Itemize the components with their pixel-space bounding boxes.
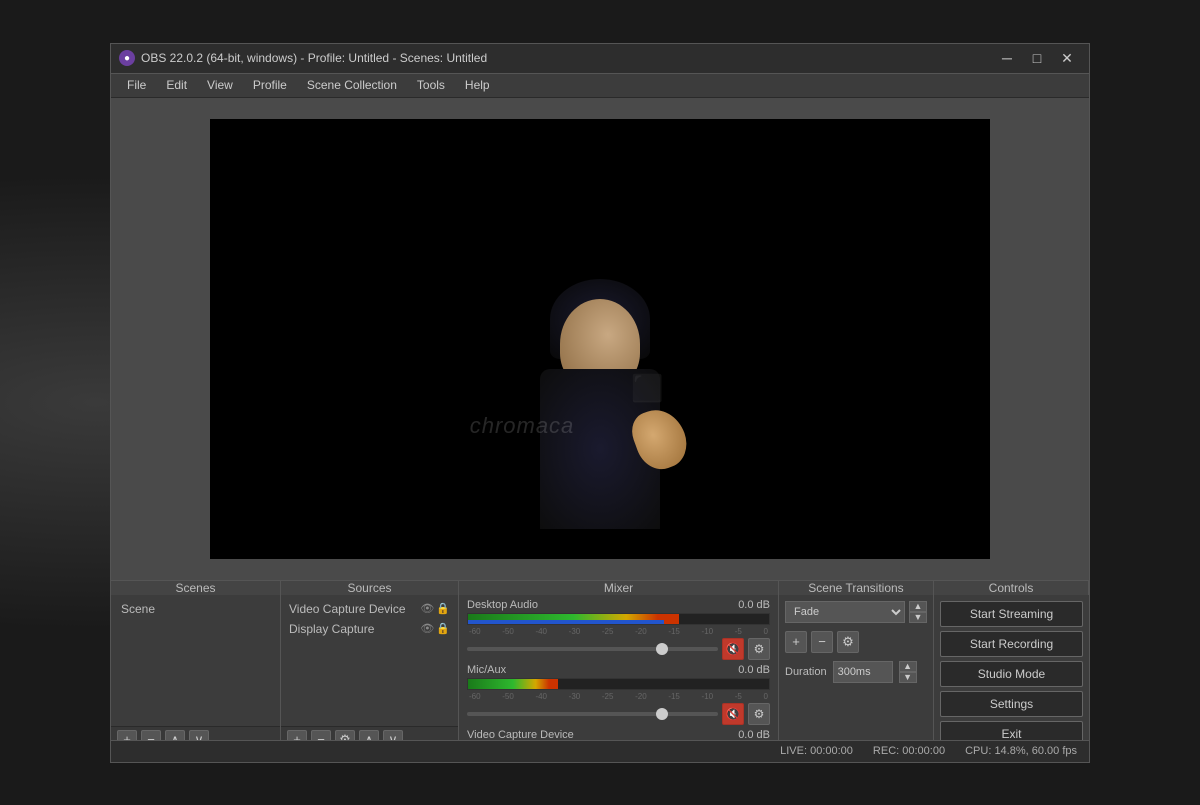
menu-view[interactable]: View: [199, 76, 241, 94]
list-item[interactable]: Video Capture Device 👁 🔒: [285, 599, 454, 619]
transition-select-row: Fade Cut Swipe ▲ ▼: [785, 601, 927, 623]
mixer-channel-mic: Mic/Aux 0.0 dB -60-50 -40-30 -25-20 -15-…: [467, 664, 770, 725]
bottom-panel: Scenes Sources Mixer Scene Transitions C…: [111, 580, 1089, 740]
mixer-panel: Desktop Audio 0.0 dB -60-50 -40-30 -25-2…: [459, 595, 779, 753]
mixer-controls: 🔇 ⚙: [467, 703, 770, 725]
transition-type-select[interactable]: Fade Cut Swipe: [785, 601, 905, 623]
mixer-channel-db: 0.0 dB: [738, 599, 770, 611]
mixer-channel-desktop: Desktop Audio 0.0 dB -60-50 -40-30 -25-2…: [467, 599, 770, 660]
source-icons: 👁 🔒: [420, 622, 450, 635]
settings-button[interactable]: Settings: [940, 691, 1083, 717]
mixer-db-scale: -60-50 -40-30 -25-20 -15-10 -50: [467, 627, 770, 636]
mixer-channel-header: Mic/Aux 0.0 dB: [467, 664, 770, 676]
volume-thumb: [656, 708, 668, 720]
transitions-panel: Fade Cut Swipe ▲ ▼ + − ⚙ Duration: [779, 595, 934, 753]
source-name: Display Capture: [289, 622, 374, 636]
live-label: LIVE:: [780, 745, 807, 757]
transition-manage-row: + − ⚙: [785, 631, 927, 653]
mixer-controls: 🔇 ⚙: [467, 638, 770, 660]
duration-spin-up[interactable]: ▲: [899, 661, 917, 672]
channel-settings-button[interactable]: ⚙: [748, 703, 770, 725]
volume-slider[interactable]: [467, 647, 718, 651]
mixer-header: Mixer: [459, 581, 779, 595]
close-button[interactable]: ✕: [1053, 48, 1081, 68]
spin-up-button[interactable]: ▲: [909, 601, 927, 612]
mixer-volume-bar: [468, 620, 664, 624]
app-icon: ●: [119, 50, 135, 66]
mixer-channel-db: 0.0 dB: [738, 664, 770, 676]
preview-canvas: ⬛ chromaca: [210, 119, 990, 559]
menu-scene-collection[interactable]: Scene Collection: [299, 76, 405, 94]
cpu-value: 14.8%, 60.00 fps: [994, 745, 1077, 757]
transition-add-button[interactable]: +: [785, 631, 807, 653]
eye-icon[interactable]: 👁: [420, 622, 434, 635]
twitch-icon: ⬛: [631, 373, 663, 404]
mixer-level-bar: [468, 679, 558, 689]
source-name: Video Capture Device: [289, 602, 406, 616]
lock-icon[interactable]: 🔒: [436, 602, 450, 615]
menu-tools[interactable]: Tools: [409, 76, 453, 94]
volume-slider[interactable]: [467, 712, 718, 716]
duration-label: Duration: [785, 666, 827, 678]
transitions-header: Scene Transitions: [779, 581, 934, 595]
start-streaming-button[interactable]: Start Streaming: [940, 601, 1083, 627]
transition-spin: ▲ ▼: [909, 601, 927, 623]
mixer-bar: [467, 678, 770, 690]
duration-spin: ▲ ▼: [899, 661, 917, 683]
duration-spin-down[interactable]: ▼: [899, 672, 917, 683]
studio-mode-button[interactable]: Studio Mode: [940, 661, 1083, 687]
volume-thumb: [656, 643, 668, 655]
preview-watermark: chromaca: [470, 413, 575, 439]
rec-time: 00:00:00: [902, 745, 945, 757]
eye-icon[interactable]: 👁: [420, 602, 434, 615]
controls-panel: Start Streaming Start Recording Studio M…: [934, 595, 1089, 753]
scenes-list: Scene: [111, 595, 280, 726]
scenes-header: Scenes: [111, 581, 281, 595]
sources-header: Sources: [281, 581, 459, 595]
live-time: 00:00:00: [810, 745, 853, 757]
title-bar: ● OBS 22.0.2 (64-bit, windows) - Profile…: [111, 44, 1089, 74]
transition-settings-button[interactable]: ⚙: [837, 631, 859, 653]
menu-help[interactable]: Help: [457, 76, 498, 94]
status-bar: LIVE: 00:00:00 REC: 00:00:00 CPU: 14.8%,…: [111, 740, 1089, 762]
menu-edit[interactable]: Edit: [158, 76, 195, 94]
maximize-button[interactable]: □: [1023, 48, 1051, 68]
panel-headers: Scenes Sources Mixer Scene Transitions C…: [111, 580, 1089, 595]
obs-window: ● OBS 22.0.2 (64-bit, windows) - Profile…: [110, 43, 1090, 763]
rec-label: REC:: [873, 745, 899, 757]
sources-list: Video Capture Device 👁 🔒 Display Capture…: [281, 595, 458, 726]
panel-content: Scene + − ∧ ∨ Video Capture Device 👁: [111, 595, 1089, 753]
channel-settings-button[interactable]: ⚙: [748, 638, 770, 660]
lock-icon[interactable]: 🔒: [436, 622, 450, 635]
cpu-status: CPU: 14.8%, 60.00 fps: [965, 745, 1077, 757]
minimize-button[interactable]: ─: [993, 48, 1021, 68]
spin-down-button[interactable]: ▼: [909, 612, 927, 623]
mixer-channel-label: Mic/Aux: [467, 664, 506, 676]
scenes-panel: Scene + − ∧ ∨: [111, 595, 281, 753]
mixer-db-scale: -60-50 -40-30 -25-20 -15-10 -50: [467, 692, 770, 701]
duration-input[interactable]: [833, 661, 893, 683]
window-title: OBS 22.0.2 (64-bit, windows) - Profile: …: [141, 51, 993, 65]
cpu-label: CPU:: [965, 745, 991, 757]
rec-status: REC: 00:00:00: [873, 745, 945, 757]
window-controls: ─ □ ✕: [993, 48, 1081, 68]
mixer-bar: [467, 613, 770, 625]
duration-row: Duration ▲ ▼: [785, 661, 927, 683]
mixer-channel-header: Desktop Audio 0.0 dB: [467, 599, 770, 611]
mixer-channel-label: Desktop Audio: [467, 599, 538, 611]
mute-button[interactable]: 🔇: [722, 638, 744, 660]
list-item[interactable]: Display Capture 👁 🔒: [285, 619, 454, 639]
list-item[interactable]: Scene: [115, 599, 276, 619]
menu-file[interactable]: File: [119, 76, 154, 94]
preview-container: ⬛ chromaca: [111, 98, 1089, 580]
menu-bar: File Edit View Profile Scene Collection …: [111, 74, 1089, 98]
start-recording-button[interactable]: Start Recording: [940, 631, 1083, 657]
live-status: LIVE: 00:00:00: [780, 745, 853, 757]
mute-button[interactable]: 🔇: [722, 703, 744, 725]
transition-remove-button[interactable]: −: [811, 631, 833, 653]
sources-panel: Video Capture Device 👁 🔒 Display Capture…: [281, 595, 459, 753]
controls-header: Controls: [934, 581, 1089, 595]
menu-profile[interactable]: Profile: [245, 76, 295, 94]
source-icons: 👁 🔒: [420, 602, 450, 615]
